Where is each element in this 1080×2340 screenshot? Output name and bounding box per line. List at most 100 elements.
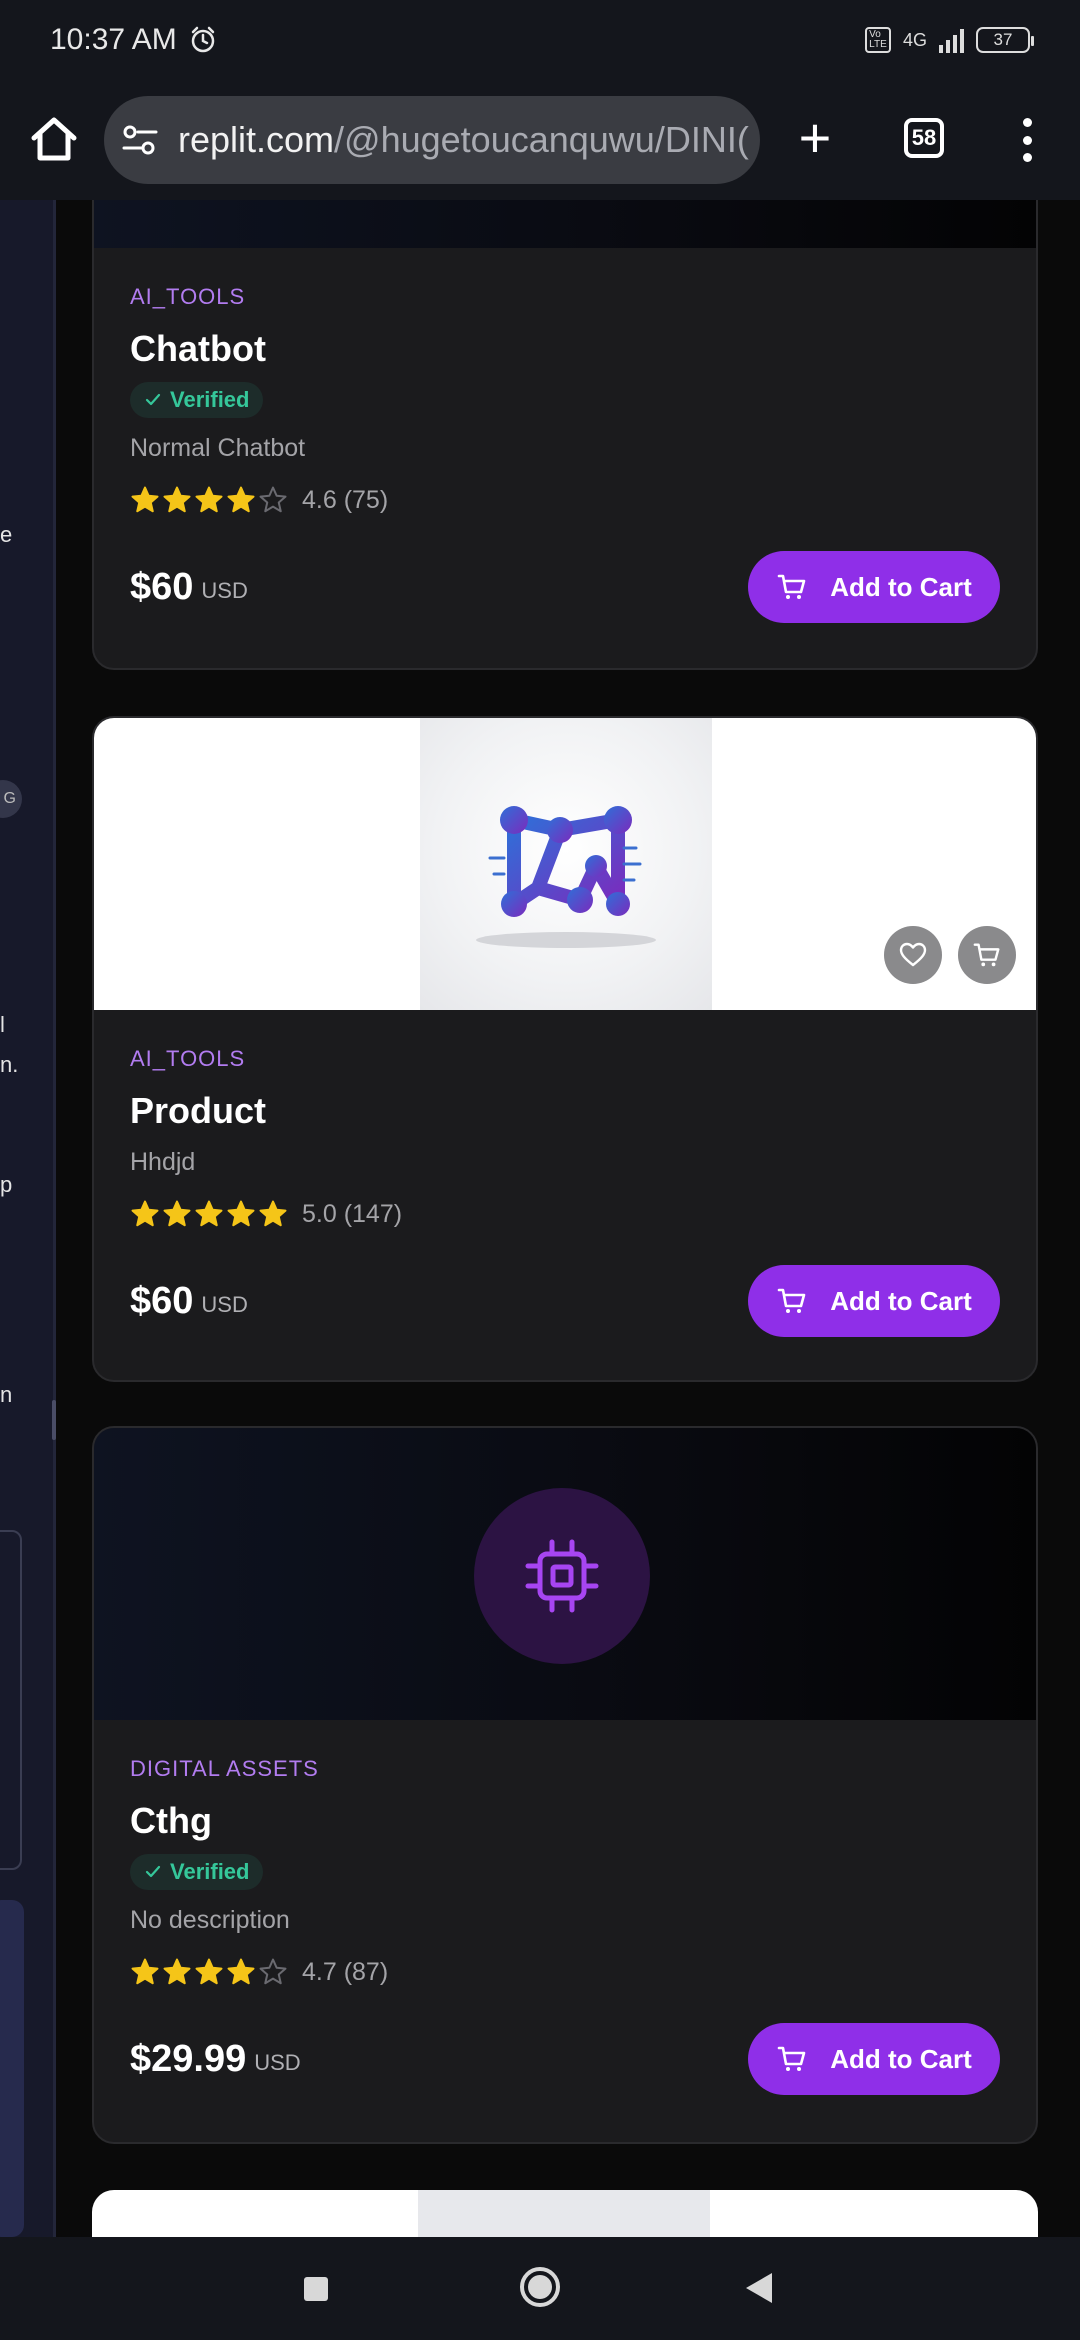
product-price: $60 [130, 1279, 194, 1322]
add-to-cart-label: Add to Cart [830, 1285, 972, 1316]
status-indicators: Vo LTE 4G 37 [864, 27, 1034, 53]
check-icon [145, 393, 161, 406]
alarm-icon [191, 26, 215, 53]
product-card-body: AI_TOOLS Chatbot Verified Normal Chatbot… [94, 248, 1036, 659]
volte-icon: Vo LTE [864, 27, 891, 53]
star-filled-icon [195, 486, 223, 513]
home-icon[interactable] [26, 112, 82, 168]
product-description: Hhdjd [130, 1148, 196, 1176]
battery-level: 37 [993, 30, 1013, 49]
product-image [94, 1428, 1036, 1720]
sidebar-fragment: l [0, 1012, 5, 1037]
star-filled-icon [163, 1958, 191, 1985]
star-filled-icon [195, 1958, 223, 1985]
rating-text: 4.6 (75) [302, 485, 389, 514]
star-filled-icon [227, 1200, 255, 1227]
url-path: /@hugetoucanquwu/DINI( [334, 119, 749, 160]
product-title[interactable]: Product [130, 1090, 1000, 1132]
cpu-chip-icon [525, 1539, 599, 1613]
cart-icon [777, 2046, 806, 2071]
more-menu-icon[interactable] [1012, 118, 1042, 162]
tab-count: 58 [911, 125, 937, 150]
add-to-cart-button[interactable]: Add to Cart [748, 551, 1000, 623]
product-title[interactable]: Cthg [130, 1800, 1000, 1842]
sidebar-badge: G [0, 780, 22, 818]
status-bar: 10:37 AM Vo LTE 4G 37 [0, 0, 1080, 80]
star-filled-icon [131, 1958, 159, 1985]
price-currency: USD [254, 2050, 301, 2075]
add-to-cart-button[interactable]: Add to Cart [748, 1265, 1000, 1337]
heart-icon [899, 942, 927, 967]
verified-badge: Verified [130, 382, 264, 418]
star-filled-icon [259, 1200, 287, 1227]
product-price: $29.99 [130, 2037, 247, 2080]
wishlist-button[interactable] [884, 926, 942, 984]
rating-text: 4.7 (87) [302, 1957, 389, 1986]
battery-icon: 37 [976, 27, 1034, 53]
product-card-partial [92, 2190, 1038, 2237]
new-tab-button[interactable]: + [790, 110, 840, 170]
url-domain: replit.com [178, 119, 335, 160]
back-button[interactable] [746, 2273, 772, 2303]
sidebar-fragment: e [0, 522, 13, 547]
product-price: $60 [130, 565, 194, 608]
browser-toolbar: replit.com/@hugetoucanquwu/DINI( + 58 [0, 80, 1080, 200]
price-currency: USD [201, 578, 248, 603]
sidebar-fragment: n [0, 1382, 13, 1407]
product-card: DIGITAL ASSETS Cthg Verified No descript… [92, 1426, 1038, 2144]
product-image [418, 2190, 710, 2237]
sidebar-fragment: p [0, 1172, 13, 1197]
product-title[interactable]: Chatbot [130, 328, 1000, 370]
star-empty-icon [259, 1958, 287, 1985]
product-category: AI_TOOLS [130, 284, 246, 309]
star-filled-icon [163, 1200, 191, 1227]
quick-add-cart-button[interactable] [958, 926, 1016, 984]
product-image [94, 718, 1036, 1010]
add-to-cart-label: Add to Cart [830, 571, 972, 602]
site-settings-icon[interactable] [120, 120, 160, 160]
molecule-logo-icon [476, 806, 656, 948]
sidebar-fragment: n. [0, 1052, 19, 1077]
product-card-body: AI_TOOLS Product Hhdjd 5.0 (147) $60 USD… [94, 1010, 1036, 1373]
sidebar-box [0, 1530, 22, 1870]
add-to-cart-button[interactable]: Add to Cart [748, 2023, 1000, 2095]
star-filled-icon [195, 1200, 223, 1227]
tab-switcher-button[interactable]: 58 [904, 118, 944, 158]
product-rating: 5.0 (147) [130, 1199, 1000, 1229]
page-content: e G l n. p n AI_TOOLS Chatbot Verified N… [0, 200, 1080, 2237]
sidebar-badge-text: G [3, 790, 16, 807]
check-icon [145, 1865, 161, 1878]
product-category: DIGITAL ASSETS [130, 1756, 319, 1781]
price-currency: USD [201, 1292, 248, 1317]
url-text: replit.com/@hugetoucanquwu/DINI( [178, 119, 749, 161]
rating-stars [130, 1957, 288, 1987]
star-empty-icon [259, 486, 287, 513]
address-bar[interactable]: replit.com/@hugetoucanquwu/DINI( [104, 96, 760, 184]
cart-icon [973, 943, 1000, 967]
verified-label: Verified [170, 1859, 250, 1884]
product-rating: 4.7 (87) [130, 1957, 1000, 1987]
product-rating: 4.6 (75) [130, 485, 1000, 515]
product-image [94, 200, 1036, 248]
network-type: 4G [902, 29, 927, 50]
product-logo-image [420, 718, 712, 1010]
product-card: AI_TOOLS Chatbot Verified Normal Chatbot… [92, 200, 1038, 670]
verified-label: Verified [170, 387, 250, 412]
rating-stars [130, 485, 288, 515]
cart-icon [777, 574, 806, 599]
add-to-cart-label: Add to Cart [830, 2043, 972, 2074]
home-button[interactable] [520, 2267, 560, 2307]
product-card-body: DIGITAL ASSETS Cthg Verified No descript… [94, 1720, 1036, 2131]
sidebar: e G l n. p n [0, 200, 56, 2237]
system-nav-bar [0, 2237, 1080, 2340]
product-category: AI_TOOLS [130, 1046, 246, 1071]
sidebar-panel [0, 1900, 24, 2237]
signal-icon [939, 27, 964, 53]
recents-button[interactable] [304, 2277, 328, 2301]
star-filled-icon [227, 1958, 255, 1985]
verified-badge: Verified [130, 1854, 264, 1890]
rating-text: 5.0 (147) [302, 1199, 403, 1228]
sidebar-resize-handle[interactable] [52, 1400, 56, 1440]
rating-stars [130, 1199, 288, 1229]
price-row: $60 USD Add to Cart [130, 1265, 1000, 1337]
